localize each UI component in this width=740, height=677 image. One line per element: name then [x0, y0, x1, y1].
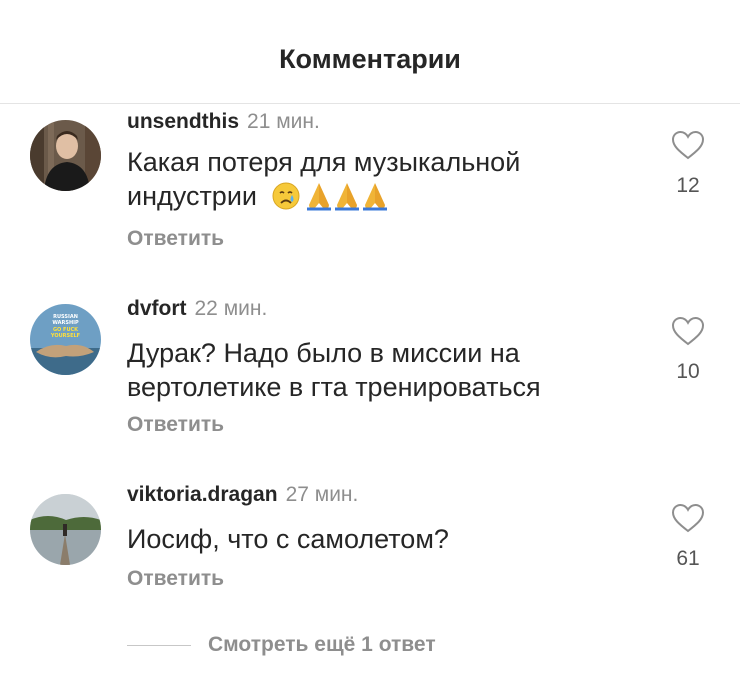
- like-count: 61: [676, 547, 700, 570]
- reply-button[interactable]: Ответить: [127, 227, 224, 251]
- comment-username[interactable]: dvfort: [127, 297, 187, 320]
- comment-time: 21 мин.: [247, 110, 320, 133]
- avatar[interactable]: [30, 120, 101, 191]
- comment-text: Иосиф, что с самолетом?: [127, 524, 449, 554]
- like-count: 10: [676, 360, 700, 383]
- comment-text: Дурак? Надо было в миссии на вертолетике…: [127, 338, 541, 402]
- comment-username[interactable]: unsendthis: [127, 110, 239, 133]
- comment-time: 22 мин.: [194, 297, 268, 320]
- avatar[interactable]: RUSSIAN WARSHIP GO FUCK YOURSELF: [30, 304, 101, 375]
- view-more-replies[interactable]: Смотреть ещё 1 ответ: [127, 630, 436, 660]
- comment-username[interactable]: viktoria.dragan: [127, 483, 278, 506]
- heart-icon[interactable]: [671, 316, 705, 346]
- reply-button[interactable]: Ответить: [127, 413, 224, 437]
- reply-button[interactable]: Ответить: [127, 567, 224, 591]
- avatar[interactable]: [30, 494, 101, 565]
- svg-text:WARSHIP: WARSHIP: [52, 320, 79, 326]
- heart-icon[interactable]: [671, 130, 705, 160]
- folded-hands-icon: [306, 183, 331, 211]
- page-title: Комментарии: [279, 44, 461, 74]
- folded-hands-icon: [362, 183, 387, 211]
- comment-time: 27 мин.: [285, 483, 359, 506]
- comments-header: Комментарии: [0, 0, 740, 104]
- heart-icon[interactable]: [671, 503, 705, 533]
- crying-face-icon: [272, 182, 300, 210]
- folded-hands-icon: [334, 183, 359, 211]
- divider-line: [127, 644, 191, 646]
- view-more-replies-label[interactable]: Смотреть ещё 1 ответ: [208, 633, 436, 657]
- like-count: 12: [676, 174, 700, 197]
- svg-text:YOURSELF: YOURSELF: [50, 333, 80, 339]
- comment-emojis: [271, 181, 391, 219]
